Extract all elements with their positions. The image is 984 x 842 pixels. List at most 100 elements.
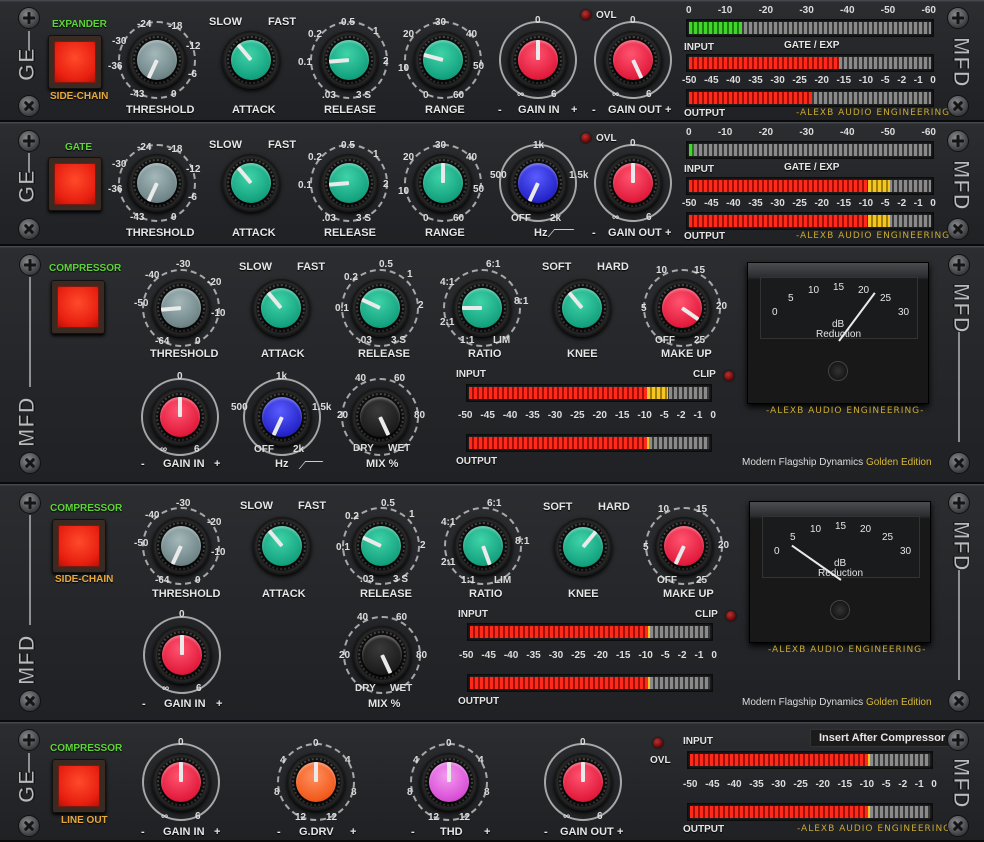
- mode-label: COMPRESSOR: [50, 503, 123, 514]
- gain-out-knob[interactable]: [604, 154, 662, 212]
- tick-label: 6: [597, 811, 603, 822]
- attack-knob[interactable]: [252, 279, 310, 337]
- hz-knob[interactable]: [509, 154, 567, 212]
- knee-knob[interactable]: [553, 279, 611, 337]
- plus-label: +: [617, 826, 624, 838]
- power-button[interactable]: [48, 35, 102, 89]
- tick-label: -10: [211, 547, 226, 558]
- screw-icon: [18, 95, 40, 117]
- tick-label: 0: [195, 575, 201, 586]
- clip-led: [726, 611, 736, 621]
- tick-label: -20: [207, 517, 222, 528]
- tick-label: 40: [466, 29, 478, 40]
- threshold-label: THRESHOLD: [150, 348, 219, 360]
- release-knob[interactable]: [320, 154, 378, 212]
- knee-knob[interactable]: [554, 518, 612, 576]
- slow-label: SLOW: [209, 139, 242, 151]
- edition-label: Modern Flagship Dynamics Golden Edition: [742, 457, 932, 468]
- power-button[interactable]: [52, 759, 106, 813]
- tick-label: ∞: [612, 89, 620, 100]
- divider: [958, 570, 960, 680]
- gain-out-knob[interactable]: [554, 753, 612, 811]
- screw-icon: [18, 218, 40, 240]
- threshold-knob[interactable]: [152, 279, 210, 337]
- screw-icon: [948, 254, 970, 276]
- gate-exp-label: GATE / EXP: [784, 40, 840, 51]
- attack-knob[interactable]: [222, 154, 280, 212]
- output-label: OUTPUT: [684, 108, 726, 119]
- gain-out-knob[interactable]: [604, 31, 662, 89]
- mix-knob[interactable]: [351, 388, 409, 446]
- power-button[interactable]: [52, 519, 106, 573]
- release-knob[interactable]: [351, 279, 409, 337]
- tick-label: -18: [168, 21, 183, 32]
- gain-reduction-vu-meter: 0 5 10 15 20 25 30 dB Reduction: [749, 501, 931, 643]
- threshold-knob[interactable]: [152, 517, 210, 575]
- tick-label: -24: [137, 142, 152, 153]
- screw-icon: [948, 690, 970, 712]
- maker-logo: -ALEXB AUDIO ENGINEERING-: [796, 231, 955, 241]
- tick-label: -50: [134, 538, 149, 549]
- input-meter: [687, 751, 933, 769]
- side-chain-label: SIDE-CHAIN: [55, 574, 114, 585]
- thd-knob[interactable]: [420, 753, 478, 811]
- screw-icon: [19, 452, 41, 474]
- screw-icon: [18, 7, 40, 29]
- insert-position-tooltip: Insert After Compressor: [810, 729, 955, 747]
- gain-in-knob[interactable]: [152, 753, 210, 811]
- hz-knob[interactable]: [253, 388, 311, 446]
- screw-icon: [18, 815, 40, 837]
- tick-label: 20: [718, 540, 730, 551]
- vu-tick: 5: [790, 532, 796, 543]
- ratio-knob[interactable]: [453, 279, 511, 337]
- makeup-knob[interactable]: [655, 517, 713, 575]
- divider: [29, 515, 31, 625]
- tick-label: 12: [295, 812, 307, 823]
- tick-label: 0.1: [298, 57, 312, 68]
- tick-label: 10: [658, 504, 670, 515]
- power-button[interactable]: [48, 157, 102, 211]
- screw-icon: [19, 492, 41, 514]
- vu-zero-adjust[interactable]: [828, 361, 848, 381]
- gain-in-knob[interactable]: [153, 626, 211, 684]
- screw-icon: [947, 815, 969, 837]
- gate-scale: 0 -10 -20 -30 -40 -50 -60: [686, 127, 936, 138]
- tick-label: -24: [137, 19, 152, 30]
- power-button[interactable]: [51, 280, 105, 334]
- tick-label: -50: [134, 298, 149, 309]
- release-label: RELEASE: [360, 588, 412, 600]
- makeup-knob[interactable]: [653, 279, 711, 337]
- plus-label: +: [216, 698, 223, 710]
- tick-label: OFF: [657, 575, 677, 586]
- output-meter: [686, 212, 934, 230]
- range-knob[interactable]: [414, 31, 472, 89]
- tick-label: -43: [130, 89, 145, 100]
- input-label: INPUT: [683, 736, 713, 747]
- threshold-knob[interactable]: [128, 31, 186, 89]
- tick-label: ∞: [517, 89, 525, 100]
- gain-out-label: GAIN OUT: [608, 227, 662, 239]
- tick-label: 8: [407, 787, 413, 798]
- knee-label: KNEE: [567, 348, 598, 360]
- hz-label: Hz: [275, 458, 289, 470]
- fast-label: FAST: [297, 261, 326, 273]
- threshold-knob[interactable]: [128, 154, 186, 212]
- edition-label: Modern Flagship Dynamics Golden Edition: [742, 697, 932, 708]
- range-knob[interactable]: [414, 154, 472, 212]
- tick-label: 25: [694, 335, 706, 346]
- release-knob[interactable]: [320, 31, 378, 89]
- ratio-knob[interactable]: [454, 517, 512, 575]
- tick-label: OFF: [511, 213, 531, 224]
- attack-knob[interactable]: [253, 517, 311, 575]
- minus-label: -: [544, 826, 548, 838]
- gain-in-knob[interactable]: [151, 388, 209, 446]
- release-knob[interactable]: [352, 517, 410, 575]
- vu-tick: 30: [900, 546, 912, 557]
- vu-zero-adjust[interactable]: [830, 600, 850, 620]
- gdrv-knob[interactable]: [287, 753, 345, 811]
- level-scale: -50 -45 -40 -35 -30 -25 -20 -15 -10 -5 -2 -1 0: [682, 198, 936, 209]
- gain-in-knob[interactable]: [509, 31, 567, 89]
- attack-knob[interactable]: [222, 31, 280, 89]
- mix-knob[interactable]: [353, 626, 411, 684]
- tick-label: ∞: [563, 811, 571, 822]
